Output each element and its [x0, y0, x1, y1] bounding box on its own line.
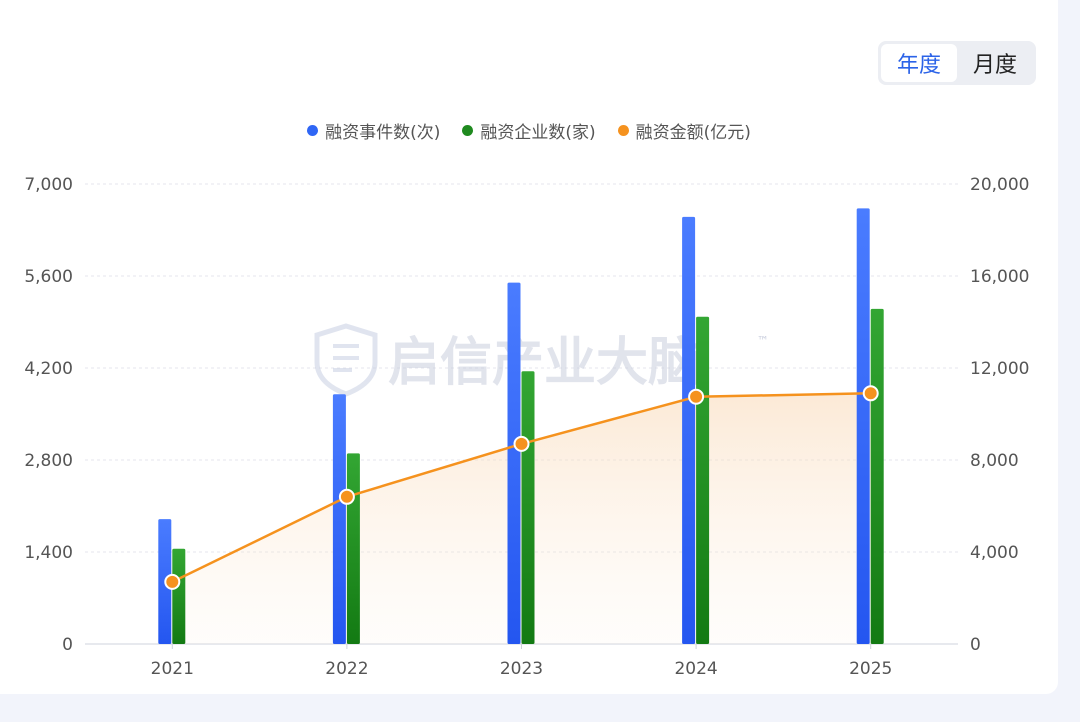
chart-card: 年度 月度 融资事件数(次) 融资企业数(家) 融资金额(亿元) 启信产业大脑 …: [0, 0, 1058, 694]
x-tick-label: 2021: [151, 659, 194, 679]
y-left-tick-label: 1,400: [24, 543, 73, 563]
y-left-tick-label: 7,000: [24, 175, 73, 195]
financing-chart: 启信产业大脑 ™ 0 0 1,400 4,000 2,800 8,000 4,200 12,0…: [24, 175, 1029, 679]
watermark-text: 启信产业大脑: [388, 333, 700, 393]
amount-point: [862, 385, 879, 402]
amount-point: [513, 435, 530, 452]
y-right-tick-label: 8,000: [970, 451, 1019, 471]
bar-companies: [696, 316, 710, 644]
bar-events: [507, 282, 521, 644]
bar-companies: [172, 548, 186, 644]
amount-point: [338, 488, 355, 505]
bar-events: [682, 216, 696, 644]
y-right-tick-label: 12,000: [970, 359, 1029, 379]
amount-point: [688, 388, 705, 405]
bar-companies: [870, 308, 884, 644]
x-tick-label: 2024: [674, 659, 717, 679]
shield-logo-icon: [314, 323, 378, 397]
bar-companies: [521, 371, 535, 644]
amount-point: [164, 573, 181, 590]
y-left-tick-label: 0: [62, 635, 73, 655]
x-tick-label: 2022: [325, 659, 368, 679]
y-right-tick-label: 16,000: [970, 267, 1029, 287]
y-right-tick-label: 4,000: [970, 543, 1019, 563]
bar-companies: [346, 453, 360, 644]
y-left-tick-label: 4,200: [24, 359, 73, 379]
y-right-tick-label: 20,000: [970, 175, 1029, 195]
y-left-tick-label: 5,600: [24, 267, 73, 287]
x-tick-label: 2023: [500, 659, 543, 679]
y-right-tick-label: 0: [970, 635, 981, 655]
y-left-tick-label: 2,800: [24, 451, 73, 471]
bar-events: [332, 394, 346, 644]
x-tick-label: 2025: [849, 659, 892, 679]
bar-events: [856, 208, 870, 645]
watermark-tm: ™: [757, 334, 769, 348]
